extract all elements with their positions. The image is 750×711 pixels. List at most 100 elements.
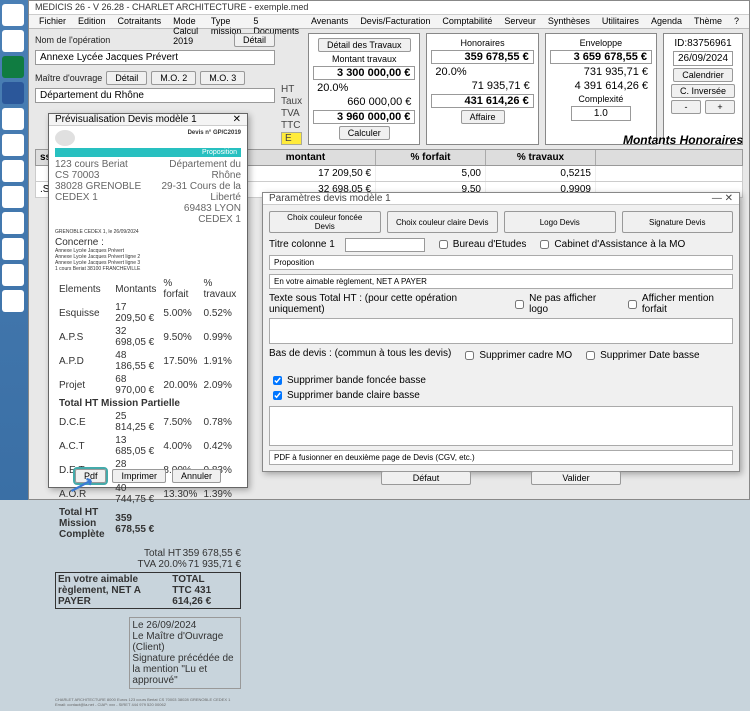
id-value: 83756961 <box>687 38 732 49</box>
params-dialog: Paramètres devis modèle 1 — ✕ Choix coul… <box>262 192 740 472</box>
menu-modecalcul[interactable]: Mode Calcul 2019 <box>167 15 205 28</box>
bas-textarea[interactable] <box>269 406 733 446</box>
imprimer-button[interactable]: Imprimer <box>112 469 166 483</box>
hono-v4: 431 614,26 € <box>431 94 533 108</box>
id-label: ID: <box>674 38 687 49</box>
menu-agenda[interactable]: Agenda <box>645 15 688 28</box>
ttc-label: TTC <box>281 120 302 131</box>
supc-checkbox[interactable]: Supprimer bande claire basse <box>269 388 426 403</box>
mo-detail-button[interactable]: Détail <box>106 71 147 85</box>
plus-button[interactable]: + <box>705 100 735 114</box>
menu-compta[interactable]: Comptabilité <box>436 15 498 28</box>
montant-travaux-label: Montant travaux <box>332 54 397 64</box>
preview-dialog-title: Prévisualisation Devis modèle 1 <box>55 114 197 125</box>
env-v3: 4 391 614,26 € <box>550 80 652 92</box>
detail-travaux-button[interactable]: Détail des Travaux <box>318 38 411 52</box>
close-icon[interactable]: ✕ <box>725 193 733 204</box>
desktop-icon[interactable] <box>2 108 24 130</box>
menu-serveur[interactable]: Serveur <box>498 15 542 28</box>
supmo-checkbox[interactable]: Supprimer cadre MO <box>461 348 572 363</box>
signature-button[interactable]: Signature Devis <box>622 211 734 233</box>
cinversee-button[interactable]: C. Inversée <box>671 84 735 98</box>
desktop-icon[interactable] <box>2 238 24 260</box>
desktop-sidebar <box>0 0 28 500</box>
proposition-header: Proposition <box>55 148 241 157</box>
env-v2: 731 935,71 € <box>550 66 652 78</box>
desktop-icon[interactable] <box>2 186 24 208</box>
annuler-button[interactable]: Annuler <box>172 469 221 483</box>
honoraires-title: Honoraires <box>461 38 505 48</box>
hono-v1: 359 678,55 € <box>431 50 533 64</box>
ht-label: HT <box>281 84 302 95</box>
hono-v2: 20.0% <box>431 66 533 78</box>
menu-avenants[interactable]: Avenants <box>305 15 354 28</box>
desktop-icon[interactable] <box>2 134 24 156</box>
enveloppe-card: Enveloppe 3 659 678,55 € 731 935,71 € 4 … <box>545 33 657 145</box>
desktop-icon[interactable] <box>2 212 24 234</box>
valider-button[interactable]: Valider <box>531 471 621 485</box>
menu-utilitaires[interactable]: Utilitaires <box>596 15 645 28</box>
menu-devis[interactable]: Devis/Facturation <box>354 15 436 28</box>
supdate-checkbox[interactable]: Supprimer Date basse <box>582 348 700 363</box>
menu-cotraitants[interactable]: Cotraitants <box>112 15 168 28</box>
menu-fichier[interactable]: Fichier <box>33 15 72 28</box>
taux-value: 20.0% <box>313 82 415 94</box>
minimize-icon[interactable]: — <box>712 193 722 204</box>
defaut-button[interactable]: Défaut <box>381 471 471 485</box>
desktop-icon[interactable] <box>2 30 24 52</box>
desktop-icon[interactable] <box>2 4 24 26</box>
operation-input[interactable]: Annexe Lycée Jacques Prévert <box>35 50 275 65</box>
titre-col-label: Titre colonne 1 <box>269 239 335 250</box>
env-v1: 3 659 678,55 € <box>550 50 652 64</box>
desktop-icon[interactable] <box>2 56 24 78</box>
mo3-button[interactable]: M.O. 3 <box>200 71 245 85</box>
affaire-button[interactable]: Affaire <box>461 110 505 124</box>
forfait-checkbox[interactable]: Afficher mention forfait <box>624 293 733 315</box>
couleur-claire-button[interactable]: Choix couleur claire Devis <box>387 211 499 233</box>
complexite-value[interactable]: 1.0 <box>571 106 631 121</box>
preview-dialog: Prévisualisation Devis modèle 1 ✕ Devis … <box>48 113 248 488</box>
detail-button[interactable]: Détail <box>234 33 275 47</box>
desktop-icon[interactable] <box>2 160 24 182</box>
desktop-icon[interactable] <box>2 264 24 286</box>
close-icon[interactable]: ✕ <box>233 114 241 125</box>
supf-checkbox[interactable]: Supprimer bande foncée basse <box>269 373 426 388</box>
pdf-fusion-input[interactable]: PDF à fusionner en deuxième page de Devi… <box>269 450 733 465</box>
logo-button[interactable]: Logo Devis <box>504 211 616 233</box>
calculer-button[interactable]: Calculer <box>339 126 390 140</box>
taux-label: Taux <box>281 96 302 107</box>
e-badge: E <box>281 132 302 145</box>
nologo-checkbox[interactable]: Ne pas afficher logo <box>511 293 610 315</box>
logo-icon <box>55 130 75 146</box>
env-title: Enveloppe <box>580 38 623 48</box>
proposition-input[interactable]: Proposition <box>269 255 733 270</box>
couleur-foncee-button[interactable]: Choix couleur foncée Devis <box>269 211 381 233</box>
menu-documents[interactable]: 5 Documents <box>247 15 305 28</box>
menu-help[interactable]: ? <box>728 15 745 28</box>
desktop-icon[interactable] <box>2 290 24 312</box>
date-value[interactable]: 26/09/2024 <box>673 51 733 66</box>
honoraires-card: Honoraires 359 678,55 € 20.0% 71 935,71 … <box>426 33 538 145</box>
desktop-icon[interactable] <box>2 82 24 104</box>
mo2-button[interactable]: M.O. 2 <box>151 71 196 85</box>
calendrier-button[interactable]: Calendrier <box>673 68 733 82</box>
travaux-card: Détail des Travaux Montant travaux 3 300… <box>308 33 420 145</box>
sth-textarea[interactable] <box>269 318 733 344</box>
travaux-v1: 660 000,00 € <box>313 96 415 108</box>
menu-edition[interactable]: Edition <box>72 15 112 28</box>
menu-theme[interactable]: Thème <box>688 15 728 28</box>
montant-travaux-value[interactable]: 3 300 000,00 € <box>313 66 415 80</box>
reglement-input[interactable]: En votre aimable règlement, NET A PAYER <box>269 274 733 289</box>
menu-syntheses[interactable]: Synthèses <box>542 15 596 28</box>
cab-checkbox[interactable]: Cabinet d'Assistance à la MO <box>536 237 685 252</box>
sth-label: Texte sous Total HT : (pour cette opérat… <box>269 293 497 315</box>
arrow-annotation <box>70 476 100 494</box>
window-title: MEDICIS 26 - V 26.28 - CHARLET ARCHITECT… <box>29 1 749 15</box>
menu-typemission[interactable]: Type mission <box>205 15 248 28</box>
dept-input[interactable]: Département du Rhône <box>35 88 275 103</box>
montants-honoraires-label: Montants Honoraires <box>623 133 743 147</box>
operation-label: Nom de l'opération <box>35 35 110 45</box>
bet-checkbox[interactable]: Bureau d'Etudes <box>435 237 527 252</box>
minus-button[interactable]: - <box>671 100 701 114</box>
titre-col-input[interactable] <box>345 238 425 252</box>
